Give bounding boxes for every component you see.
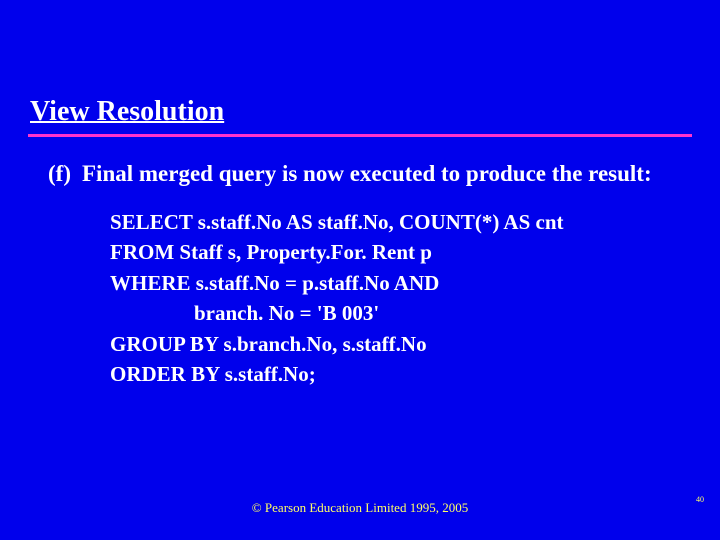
footer-copyright: © Pearson Education Limited 1995, 2005 (0, 500, 720, 516)
page-number: 40 (696, 495, 704, 504)
slide-title: View Resolution (30, 96, 224, 127)
sql-block: SELECT s.staff.No AS staff.No, COUNT(*) … (110, 207, 668, 390)
list-item-marker: (f) (48, 160, 82, 189)
sql-line-5: GROUP BY s.branch.No, s.staff.No (110, 329, 668, 359)
sql-line-1: SELECT s.staff.No AS staff.No, COUNT(*) … (110, 207, 668, 237)
title-wrap: View Resolution (30, 96, 690, 128)
slide: View Resolution (f) Final merged query i… (0, 0, 720, 540)
body-text: (f) Final merged query is now executed t… (48, 160, 668, 389)
list-item-text: Final merged query is now executed to pr… (82, 160, 668, 189)
sql-line-6: ORDER BY s.staff.No; (110, 359, 668, 389)
sql-line-3: WHERE s.staff.No = p.staff.No AND (110, 268, 668, 298)
list-item: (f) Final merged query is now executed t… (48, 160, 668, 189)
sql-line-4: branch. No = 'B 003' (110, 298, 668, 328)
sql-line-2: FROM Staff s, Property.For. Rent p (110, 237, 668, 267)
title-underline-rule (28, 134, 692, 137)
